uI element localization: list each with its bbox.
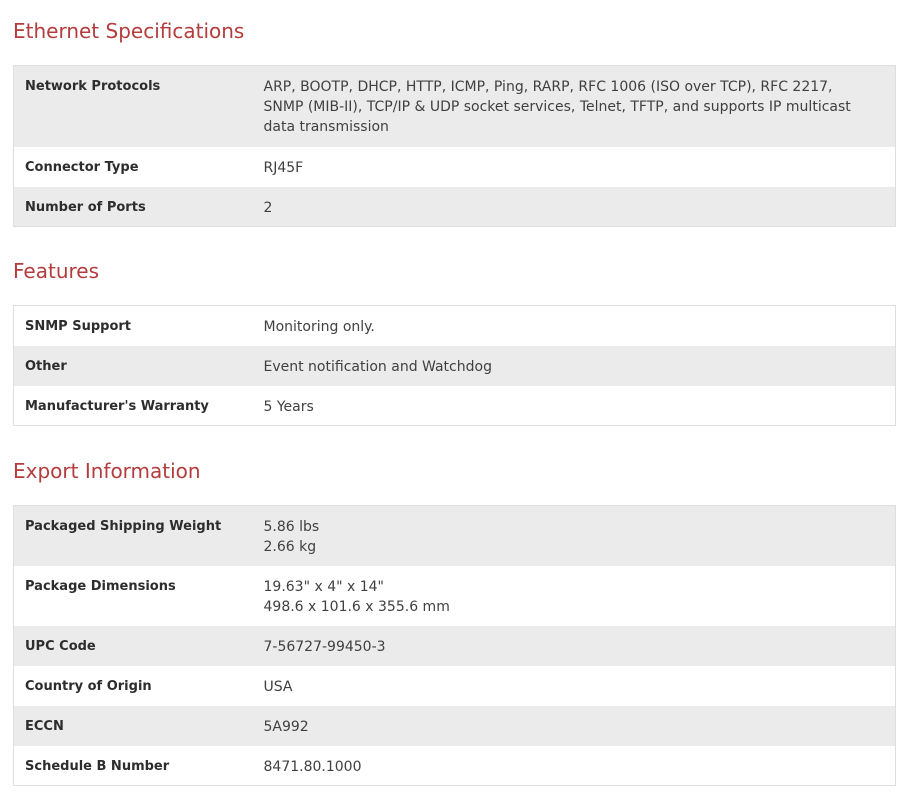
row-value: ARP, BOOTP, DHCP, HTTP, ICMP, Ping, RARP… (253, 65, 896, 147)
row-value-line: 5A992 (263, 718, 309, 735)
row-value: Event notification and Watchdog (253, 345, 896, 386)
row-value-line: RJ45F (263, 159, 304, 176)
table-row: Manufacturer's Warranty 5 Years (13, 385, 896, 426)
row-label: UPC Code (13, 625, 254, 666)
section-title-export-information: Export Information (13, 459, 201, 483)
row-value: 19.63" x 4" x 14" 498.6 x 101.6 x 355.6 … (253, 565, 896, 626)
row-value-line: 5 Years (263, 398, 314, 415)
row-value-line: 2 (263, 199, 273, 216)
row-label: Other (13, 345, 254, 386)
row-value-line: 8471.80.1000 (263, 758, 362, 775)
table-row: Connector Type RJ45F (13, 146, 896, 187)
row-label: Network Protocols (13, 65, 254, 147)
section-title-ethernet-specifications: Ethernet Specifications (13, 19, 245, 43)
spec-table-features: SNMP Support Monitoring only. Other Even… (13, 305, 896, 426)
spec-table-export-information: Packaged Shipping Weight 5.86 lbs 2.66 k… (13, 505, 896, 786)
row-label: Number of Ports (13, 186, 254, 227)
table-row: SNMP Support Monitoring only. (13, 305, 896, 346)
row-value-line: Monitoring only. (263, 319, 375, 335)
row-label: Package Dimensions (13, 565, 254, 626)
row-value-line: 19.63" x 4" x 14" (263, 578, 385, 595)
row-label: Country of Origin (13, 665, 254, 706)
row-label: Schedule B Number (13, 745, 254, 786)
row-value-line: ARP, BOOTP, DHCP, HTTP, ICMP, Ping, RARP… (263, 79, 851, 135)
table-row: Country of Origin USA (13, 665, 896, 706)
row-value-line: USA (263, 678, 293, 695)
row-value: 8471.80.1000 (253, 745, 896, 786)
table-row: Schedule B Number 8471.80.1000 (13, 745, 896, 786)
row-value-line: 7-56727-99450-3 (263, 638, 386, 655)
table-row: Network Protocols ARP, BOOTP, DHCP, HTTP… (13, 65, 896, 147)
row-value: 7-56727-99450-3 (253, 625, 896, 666)
row-label: SNMP Support (13, 305, 254, 346)
spec-table-ethernet-specifications: Network Protocols ARP, BOOTP, DHCP, HTTP… (13, 65, 896, 227)
table-row: ECCN 5A992 (13, 705, 896, 746)
row-value: RJ45F (253, 146, 896, 187)
table-row: Number of Ports 2 (13, 186, 896, 227)
row-value: 5A992 (253, 705, 896, 746)
row-value: 5.86 lbs 2.66 kg (253, 505, 896, 566)
row-value: 2 (253, 186, 896, 227)
table-row: Package Dimensions 19.63" x 4" x 14" 498… (13, 565, 896, 626)
row-value-line: 498.6 x 101.6 x 355.6 mm (263, 598, 450, 615)
table-row: Packaged Shipping Weight 5.86 lbs 2.66 k… (13, 505, 896, 566)
row-value-line: 5.86 lbs (263, 519, 320, 535)
spec-page: Ethernet Specifications Network Protocol… (0, 0, 905, 801)
row-label: Connector Type (13, 146, 254, 187)
row-value-line: Event notification and Watchdog (263, 358, 492, 375)
table-row: UPC Code 7-56727-99450-3 (13, 625, 896, 666)
row-value: USA (253, 665, 896, 706)
row-value: 5 Years (253, 385, 896, 426)
section-title-features: Features (13, 259, 99, 283)
row-value: Monitoring only. (253, 305, 896, 346)
row-value-line: 2.66 kg (263, 539, 317, 555)
table-row: Other Event notification and Watchdog (13, 345, 896, 386)
row-label: Packaged Shipping Weight (13, 505, 254, 566)
row-label: ECCN (13, 705, 254, 746)
row-label: Manufacturer's Warranty (13, 385, 254, 426)
